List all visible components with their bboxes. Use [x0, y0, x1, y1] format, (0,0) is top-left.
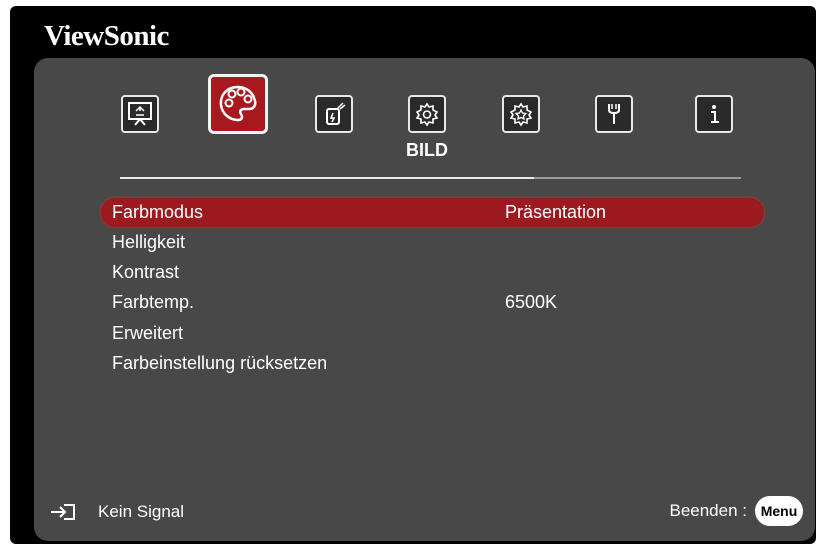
- menu-item-farbtemp[interactable]: Farbtemp. 6500K: [101, 288, 764, 317]
- tab-basic-settings[interactable]: [408, 95, 446, 133]
- menu-item-label: Farbtemp.: [112, 292, 195, 312]
- menu-item-label: Erweitert: [112, 323, 184, 343]
- menu-item-value: 6500K: [505, 292, 558, 312]
- wrench-icon: [608, 104, 620, 124]
- tab-display[interactable]: [121, 95, 159, 133]
- tab-bild[interactable]: [208, 74, 268, 134]
- power-plug-icon: [326, 102, 346, 125]
- tab-divider: [120, 177, 741, 179]
- menu-item-label: Farbmodus: [112, 202, 204, 222]
- display-icon: [128, 102, 152, 126]
- tab-power[interactable]: [315, 95, 353, 133]
- gear-icon: [415, 102, 439, 127]
- menu-item-farbmodus[interactable]: Farbmodus Präsentation: [101, 198, 764, 227]
- menu-item-kontrast[interactable]: Kontrast: [101, 258, 764, 287]
- tab-divider-highlight: [120, 177, 534, 179]
- brand-logo: ViewSonic: [44, 20, 169, 52]
- palette-icon: [219, 85, 257, 122]
- info-icon: [711, 105, 719, 123]
- active-tab-title: BILD: [406, 140, 448, 160]
- menu-item-label: Helligkeit: [112, 232, 186, 252]
- tab-information[interactable]: [695, 95, 733, 133]
- menu-item-erweitert[interactable]: Erweitert: [101, 319, 764, 348]
- menu-item-label: Farbeinstellung rücksetzen: [112, 353, 328, 373]
- exit-label: Beenden :: [669, 501, 747, 520]
- osd-frame: ViewSonic BILD Farbmodus Präsentation He…: [10, 6, 816, 544]
- advanced-gear-icon: [509, 102, 533, 127]
- tab-system[interactable]: [595, 95, 633, 133]
- exit-hint: Beenden : Menu: [669, 496, 803, 526]
- menu-item-label: Kontrast: [112, 262, 180, 282]
- menu-key-button[interactable]: Menu: [755, 496, 803, 526]
- signal-status-text: Kein Signal: [98, 502, 185, 521]
- tab-advanced-settings[interactable]: [502, 95, 540, 133]
- source-status: Kein Signal: [50, 502, 184, 522]
- menu-item-helligkeit[interactable]: Helligkeit: [101, 228, 764, 257]
- menu-item-farbeinstellung-ruecksetzen[interactable]: Farbeinstellung rücksetzen: [101, 349, 764, 378]
- menu-panel: BILD Farbmodus Präsentation Helligkeit K…: [34, 58, 815, 541]
- input-source-icon: [51, 504, 75, 520]
- menu-item-value: Präsentation: [505, 202, 607, 222]
